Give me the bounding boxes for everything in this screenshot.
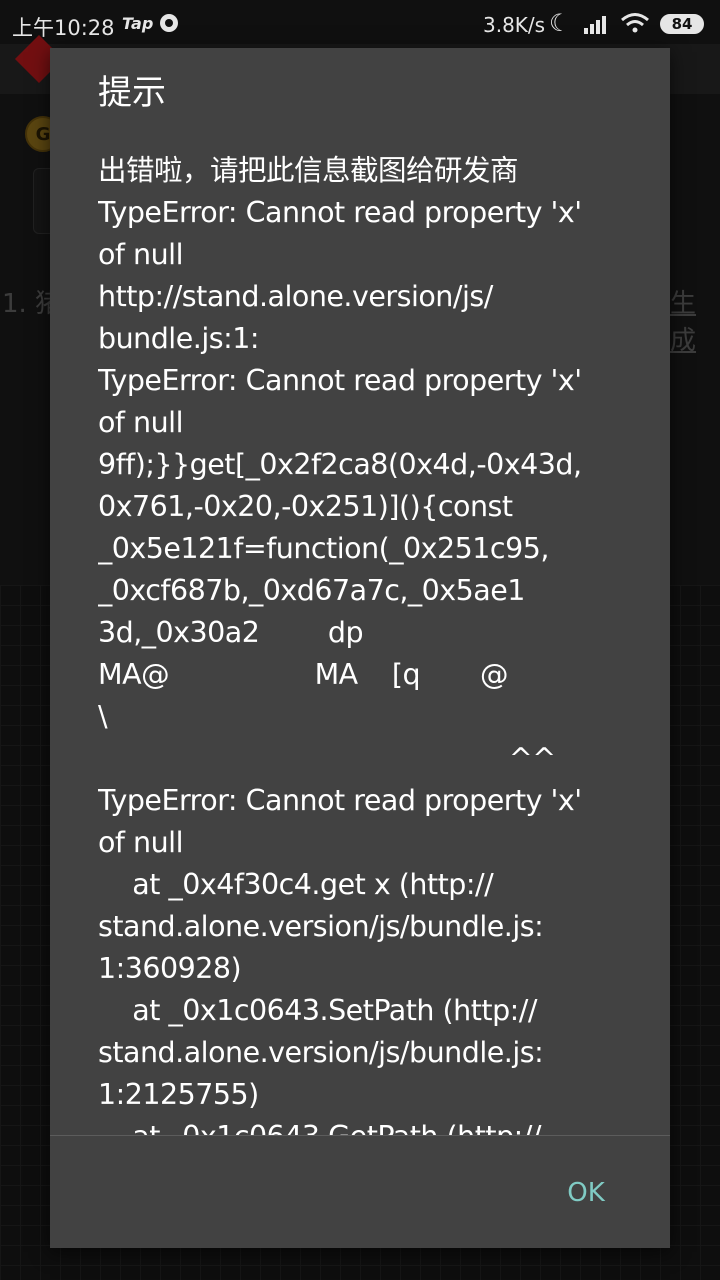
notification-app-icon <box>160 14 178 32</box>
network-speed: 3.8K/s <box>483 13 546 37</box>
dialog-title: 提示 <box>98 73 166 113</box>
signal-icon <box>584 16 606 34</box>
do-not-disturb-icon: ☾ <box>549 9 571 37</box>
error-message: 出错啦，请把此信息截图给研发商 TypeError: Cannot read p… <box>98 154 582 1135</box>
status-bar: 上午10:28 Tap 3.8K/s ☾ 84 <box>0 0 720 48</box>
taptap-icon: Tap <box>122 14 154 33</box>
ok-button[interactable]: OK <box>546 1170 626 1216</box>
battery-icon: 84 <box>660 14 704 34</box>
dialog-scroll-area[interactable]: 出错啦，请把此信息截图给研发商 TypeError: Cannot read p… <box>98 150 628 1135</box>
status-time: 上午10:28 <box>12 16 115 40</box>
dialog-divider <box>50 1135 670 1136</box>
wifi-icon <box>621 13 649 33</box>
error-dialog: 提示 出错啦，请把此信息截图给研发商 TypeError: Cannot rea… <box>50 48 670 1248</box>
